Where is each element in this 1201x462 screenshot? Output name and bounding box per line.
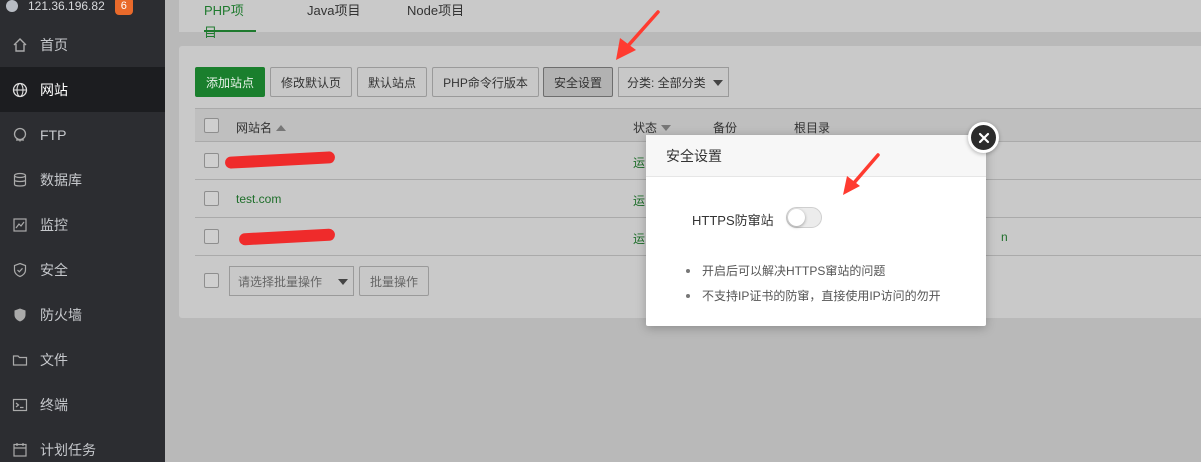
sidebar-item-monitor[interactable]: 监控: [0, 202, 165, 247]
select-all-checkbox[interactable]: [204, 118, 219, 133]
row-status[interactable]: 运: [633, 192, 645, 209]
toggle-knob: [788, 209, 805, 226]
sidebar: 121.36.196.82 6 首页 网站 FTP 数据库 监控 安全 防火墙 …: [0, 0, 165, 462]
sidebar-item-label: 首页: [40, 36, 68, 53]
sidebar-item-label: 防火墙: [40, 306, 82, 323]
tab-node[interactable]: Node项目: [407, 0, 464, 32]
category-select-value: 分类: 全部分类: [627, 75, 706, 90]
annotation-arrow-icon: [616, 10, 660, 60]
redaction-mark: [224, 151, 336, 169]
terminal-icon: [12, 398, 28, 411]
chevron-down-icon: [338, 279, 348, 285]
monitor-icon: [13, 217, 27, 232]
server-header: 121.36.196.82 6: [0, 0, 165, 22]
shield-icon: [13, 262, 27, 277]
row-checkbox[interactable]: [204, 153, 219, 168]
home-icon: [13, 37, 27, 52]
sidebar-item-label: 终端: [40, 396, 68, 413]
https-anti-hijack-toggle[interactable]: [786, 207, 822, 228]
sort-asc-icon: [276, 125, 287, 131]
row-checkbox[interactable]: [204, 191, 219, 206]
column-backup: 备份: [713, 121, 738, 135]
sidebar-item-label: 安全: [40, 261, 68, 278]
column-site-name-label: 网站名: [236, 121, 273, 135]
row-status[interactable]: 运: [633, 154, 645, 171]
sidebar-item-home[interactable]: 首页: [0, 22, 165, 67]
sidebar-item-ftp[interactable]: FTP: [0, 112, 165, 157]
globe-icon: [12, 82, 28, 97]
firewall-icon: [14, 308, 26, 321]
column-status-label: 状态: [633, 121, 658, 135]
sidebar-item-firewall[interactable]: 防火墙: [0, 292, 165, 337]
sidebar-item-label: 文件: [40, 351, 68, 368]
sidebar-item-cron[interactable]: 计划任务: [0, 427, 165, 462]
sidebar-item-security[interactable]: 安全: [0, 247, 165, 292]
edit-default-page-button[interactable]: 修改默认页: [270, 67, 352, 97]
column-status[interactable]: 状态: [633, 119, 672, 136]
row-status[interactable]: 运: [633, 230, 645, 247]
annotation-arrow-icon: [843, 153, 880, 195]
redaction-mark: [238, 228, 336, 246]
batch-select-checkbox[interactable]: [204, 273, 219, 288]
category-select[interactable]: 分类: 全部分类: [618, 67, 729, 97]
batch-action-button[interactable]: 批量操作: [359, 266, 429, 296]
sort-desc-icon: [661, 125, 672, 131]
ftp-icon: [13, 127, 27, 141]
sidebar-item-label: 计划任务: [40, 441, 96, 458]
sidebar-item-terminal[interactable]: 终端: [0, 382, 165, 427]
note-item: 开启后可以解决HTTPS窜站的问题: [686, 263, 941, 288]
row-checkbox[interactable]: [204, 229, 219, 244]
dialog-notes: 开启后可以解决HTTPS窜站的问题 不支持IP证书的防窜，直接使用IP访问的勿开: [686, 263, 941, 313]
sidebar-item-database[interactable]: 数据库: [0, 157, 165, 202]
project-tabs: PHP项目 Java项目 Node项目: [179, 0, 1201, 40]
row-root-path[interactable]: n: [1001, 230, 1008, 244]
sidebar-item-label: 网站: [40, 81, 68, 98]
batch-action-select[interactable]: 请选择批量操作: [229, 266, 354, 296]
tab-java[interactable]: Java项目: [307, 0, 360, 32]
dialog-close-button[interactable]: [968, 122, 999, 153]
close-icon: [978, 132, 989, 143]
column-site-name[interactable]: 网站名: [236, 119, 287, 136]
sidebar-item-label: 数据库: [40, 171, 82, 188]
sidebar-item-website[interactable]: 网站: [0, 67, 165, 112]
default-site-button[interactable]: 默认站点: [357, 67, 427, 97]
database-icon: [13, 172, 27, 187]
sidebar-item-label: 监控: [40, 216, 68, 233]
clock-icon: [13, 442, 27, 457]
row-site-name[interactable]: test.com: [236, 192, 281, 206]
server-status-icon: [6, 0, 18, 12]
security-settings-button[interactable]: 安全设置: [543, 67, 613, 97]
batch-action-placeholder: 请选择批量操作: [238, 274, 323, 289]
add-site-button[interactable]: 添加站点: [195, 67, 265, 97]
note-item: 不支持IP证书的防窜，直接使用IP访问的勿开: [686, 288, 941, 313]
security-settings-dialog: 安全设置 HTTPS防窜站 开启后可以解决HTTPS窜站的问题 不支持IP证书的…: [646, 135, 986, 326]
php-cli-version-button[interactable]: PHP命令行版本: [432, 67, 539, 97]
column-root: 根目录: [794, 121, 831, 135]
https-anti-hijack-label: HTTPS防窜站: [692, 213, 774, 228]
sidebar-item-label: FTP: [40, 126, 67, 143]
dialog-title: 安全设置: [646, 135, 986, 177]
notification-badge[interactable]: 6: [114, 0, 133, 15]
tab-php[interactable]: PHP项目: [204, 0, 256, 40]
server-host: 121.36.196.82: [28, 0, 105, 13]
sidebar-item-files[interactable]: 文件: [0, 337, 165, 382]
folder-icon: [12, 354, 28, 366]
chevron-down-icon: [713, 80, 723, 86]
